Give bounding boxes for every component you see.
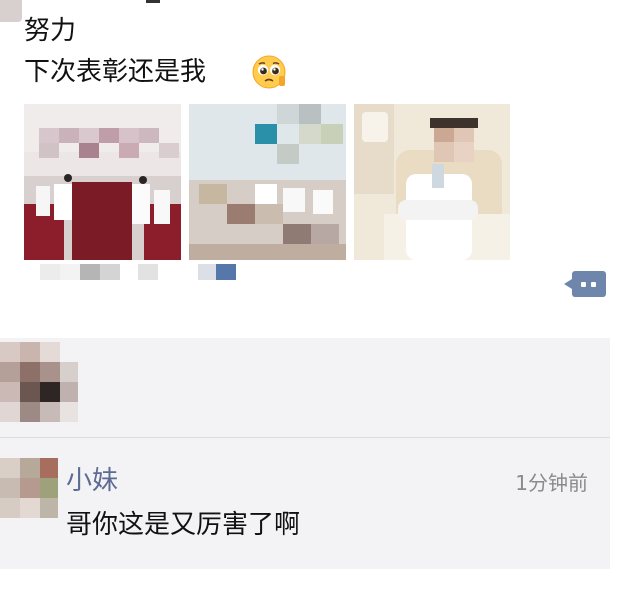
- commenter-avatar[interactable]: [0, 458, 58, 518]
- photo-caption-blur: [40, 264, 60, 280]
- comment-button[interactable]: [564, 271, 606, 297]
- photo-caption-blur: [100, 264, 120, 280]
- author-avatar[interactable]: [0, 0, 22, 22]
- photo-caption-blur: [80, 264, 100, 280]
- post-text-line-2: 下次表彰还是我: [24, 57, 207, 87]
- meeting-room-photo[interactable]: [24, 104, 181, 260]
- office-group-photo[interactable]: [189, 104, 346, 260]
- comment-text[interactable]: 哥你这是又厉害了啊: [66, 508, 300, 542]
- commenter-name[interactable]: 小妹: [66, 465, 118, 497]
- liker-avatar[interactable]: [0, 342, 78, 422]
- comments-panel: [0, 438, 610, 569]
- likes-panel: [0, 338, 610, 437]
- comment-icon: [581, 282, 586, 287]
- photo-caption-blur: [138, 264, 158, 280]
- doctor-portrait-photo[interactable]: [354, 104, 510, 260]
- photo-caption-blur: [216, 264, 236, 280]
- comment-icon-dot: [591, 282, 596, 287]
- truncated-top-text: [146, 0, 160, 3]
- post-text-line-1: 努力: [24, 16, 77, 46]
- comment-time: 1分钟前: [515, 471, 588, 495]
- photo-caption-blur: [198, 264, 216, 280]
- photo-caption-blur: [60, 264, 80, 280]
- pleading-face-icon: [252, 55, 286, 89]
